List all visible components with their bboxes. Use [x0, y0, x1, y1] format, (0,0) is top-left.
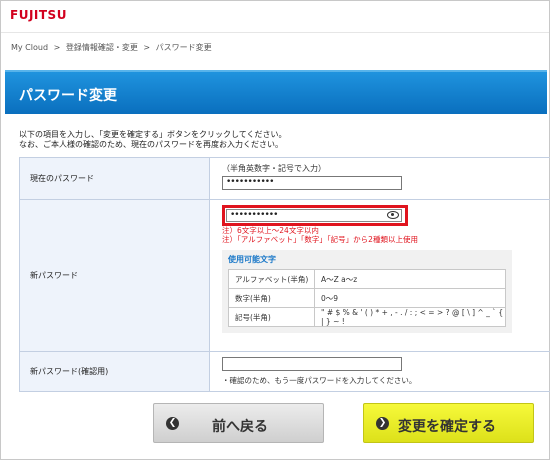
eye-icon[interactable] — [387, 211, 399, 219]
password-rule-types: 注）「アルファベット」「数字」「記号」から2種類以上使用 — [222, 235, 418, 244]
confirm-password-input[interactable] — [222, 357, 402, 371]
confirm-password-hint: ・確認のため、もう一度パスワードを入力してください。 — [222, 376, 417, 385]
allowed-characters-title: 使用可能文字 — [228, 255, 276, 264]
breadcrumb-account-info[interactable]: 登録情報確認・変更 — [66, 43, 138, 52]
back-button[interactable]: ❮ 前へ戻る — [153, 403, 324, 443]
breadcrumb: My Cloud > 登録情報確認・変更 > パスワード変更 — [11, 42, 215, 53]
current-password-label: 現在のパスワード — [19, 157, 210, 200]
breadcrumb-separator: > — [143, 43, 151, 52]
new-password-field: ••••••••••• — [222, 205, 408, 226]
table-row: 数字(半角) 0～9 — [228, 288, 506, 308]
page-title: パスワード変更 — [5, 70, 547, 114]
confirm-change-button[interactable]: ❯ 変更を確定する — [363, 403, 534, 443]
allowed-characters-box: 使用可能文字 アルファベット(半角) A～Z a～z 数字(半角) 0～9 記号… — [222, 250, 512, 333]
fujitsu-logo[interactable]: FUJITSU — [10, 8, 67, 22]
chevron-right-icon: ❯ — [376, 417, 389, 430]
password-form: 現在のパスワード （半角英数字・記号で入力） ••••••••••• 新パスワー… — [19, 157, 550, 392]
chevron-left-icon: ❮ — [166, 417, 179, 430]
new-password-input[interactable]: ••••••••••• — [226, 209, 402, 222]
current-password-hint: （半角英数字・記号で入力） — [222, 164, 326, 173]
table-row: 記号(半角) " # $ % & ' ( ) * + , - . / : ; <… — [228, 307, 506, 327]
password-rule-length: 注）6文字以上～24文字以内 — [222, 226, 319, 235]
breadcrumb-separator: > — [53, 43, 61, 52]
current-password-input[interactable]: ••••••••••• — [222, 176, 402, 190]
header: FUJITSU — [1, 1, 549, 33]
table-row: アルファベット(半角) A～Z a～z — [228, 269, 506, 289]
intro-text: 以下の項目を入力し、「変更を確定する」ボタンをクリックしてください。 なお、ご本… — [19, 130, 287, 149]
breadcrumb-current: パスワード変更 — [155, 43, 212, 52]
back-button-label: 前へ戻る — [212, 419, 268, 435]
confirm-password-label: 新パスワード(確認用) — [19, 351, 210, 392]
allowed-characters-table: アルファベット(半角) A～Z a～z 数字(半角) 0～9 記号(半角) " … — [228, 269, 506, 327]
new-password-label: 新パスワード — [19, 199, 210, 352]
breadcrumb-home[interactable]: My Cloud — [11, 43, 48, 52]
confirm-change-button-label: 変更を確定する — [398, 419, 496, 435]
